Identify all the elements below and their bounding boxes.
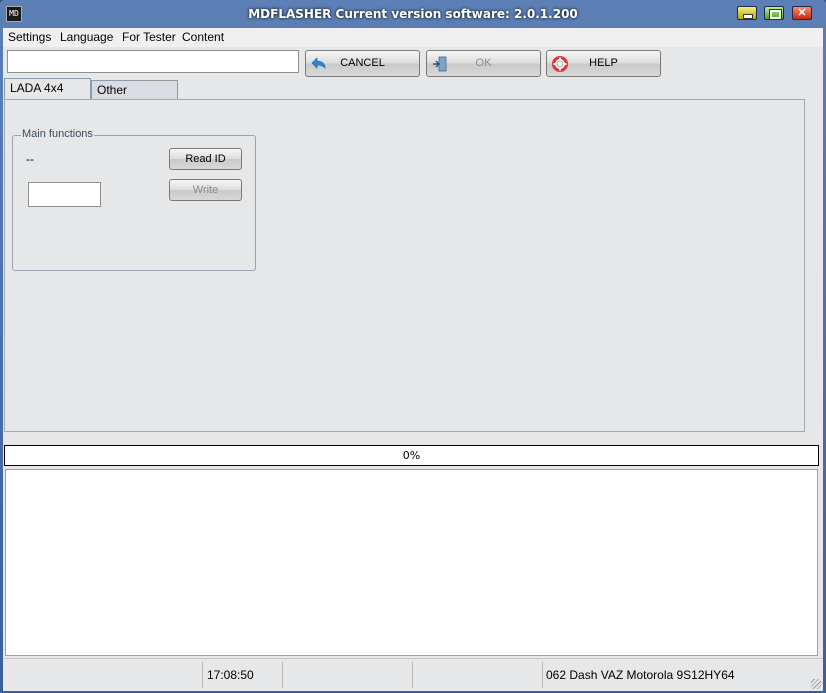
status-panel-1 [3,662,203,688]
lifebuoy-icon [552,56,568,72]
close-button[interactable]: ✕ [792,6,812,20]
back-arrow-icon [311,57,326,69]
application-window: MD MDFLASHER Current version software: 2… [0,0,826,693]
help-label: HELP [589,57,618,69]
client-area: Settings Language For Tester Content CAN… [3,28,823,691]
read-id-button[interactable]: Read ID [169,148,242,170]
progress-text: 0% [402,449,421,462]
help-button[interactable]: HELP [546,50,661,77]
menu-language[interactable]: Language [60,30,113,44]
resize-grip[interactable] [811,679,821,689]
ok-label: OK [475,57,492,69]
tab-lada-4x4-niva[interactable]: LADA 4x4 NIVA [4,78,91,113]
title-bar[interactable]: MD MDFLASHER Current version software: 2… [0,0,826,28]
log-area[interactable] [5,469,818,656]
tab-other-functions[interactable]: Other functions [91,80,178,115]
status-panel-4 [413,662,543,688]
cancel-label: CANCEL [340,57,385,69]
main-functions-legend: Main functions [21,128,94,140]
maximize-icon [765,7,783,20]
status-device: 062 Dash VAZ Motorola 9S12HY64 [546,668,735,682]
status-time: 17:08:50 [203,662,283,688]
tab-strip: LADA 4x4 NIVA Other functions [3,78,823,115]
toolbar-input[interactable] [7,50,299,73]
id-readout: -- [26,152,34,166]
minimize-button[interactable] [737,6,757,20]
write-button[interactable]: Write [169,179,242,201]
close-icon: ✕ [797,7,807,19]
menu-settings[interactable]: Settings [8,30,51,44]
menu-content[interactable]: Content [182,30,224,44]
progress-bar: 0% [4,445,819,466]
menu-for-tester[interactable]: For Tester [122,30,176,44]
main-functions-group: Main functions -- Read ID Write [12,128,256,271]
write-label: Write [192,184,219,196]
window-title: MDFLASHER Current version software: 2.0.… [248,7,578,21]
read-id-label: Read ID [185,153,226,165]
minimize-icon [738,7,756,19]
value-input[interactable] [28,182,101,207]
door-enter-icon [433,56,447,72]
ok-button[interactable]: OK [426,50,541,77]
status-bar: 17:08:50 062 Dash VAZ Motorola 9S12HY64 [3,658,823,691]
maximize-button[interactable] [764,6,784,20]
status-panel-3 [283,662,413,688]
tab-panel: Main functions -- Read ID Write [4,99,805,432]
menu-bar: Settings Language For Tester Content [3,28,823,47]
cancel-button[interactable]: CANCEL [305,50,420,77]
